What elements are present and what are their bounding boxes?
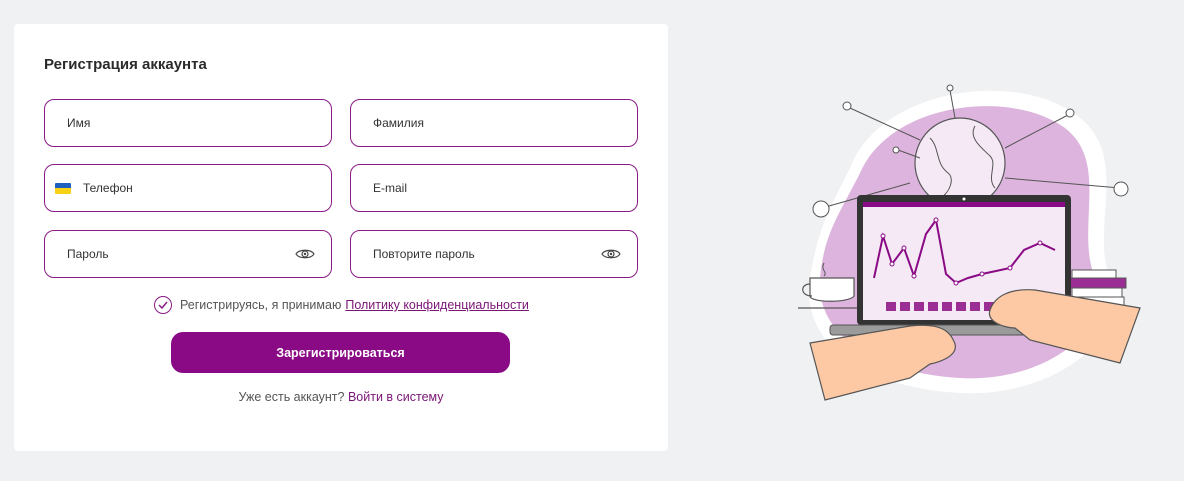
consent-text: Регистрируясь, я принимаю: [180, 298, 342, 312]
eye-icon[interactable]: [295, 247, 315, 261]
first-name-placeholder: Имя: [67, 116, 91, 130]
registration-card: Регистрация аккаунта Имя Фамилия Телефон…: [14, 24, 668, 451]
form-title: Регистрация аккаунта: [44, 56, 207, 73]
last-name-placeholder: Фамилия: [373, 116, 424, 130]
password-placeholder: Пароль: [67, 247, 109, 261]
phone-field[interactable]: Телефон: [44, 164, 332, 212]
privacy-policy-link[interactable]: Политику конфиденциальности: [345, 298, 529, 312]
eye-icon[interactable]: [601, 247, 621, 261]
ukraine-flag-icon[interactable]: [55, 182, 71, 194]
confirm-password-field[interactable]: Повторите пароль: [350, 230, 638, 278]
consent-row: Регистрируясь, я принимаю Политику конфи…: [154, 296, 529, 314]
checkmark-icon: [158, 301, 168, 309]
register-button[interactable]: Зарегистрироваться: [171, 332, 510, 373]
phone-placeholder: Телефон: [83, 181, 133, 195]
laptop-analytics-illustration: [798, 84, 1141, 401]
email-placeholder: E-mail: [373, 181, 408, 195]
email-field[interactable]: E-mail: [350, 164, 638, 212]
confirm-password-placeholder: Повторите пароль: [373, 247, 475, 261]
first-name-field[interactable]: Имя: [44, 99, 332, 147]
login-link[interactable]: Войти в систему: [348, 390, 444, 404]
login-prompt: Уже есть аккаунт? Войти в систему: [14, 390, 668, 404]
last-name-field[interactable]: Фамилия: [350, 99, 638, 147]
consent-checkbox[interactable]: [154, 296, 172, 314]
password-field[interactable]: Пароль: [44, 230, 332, 278]
login-prompt-text: Уже есть аккаунт?: [238, 390, 345, 404]
